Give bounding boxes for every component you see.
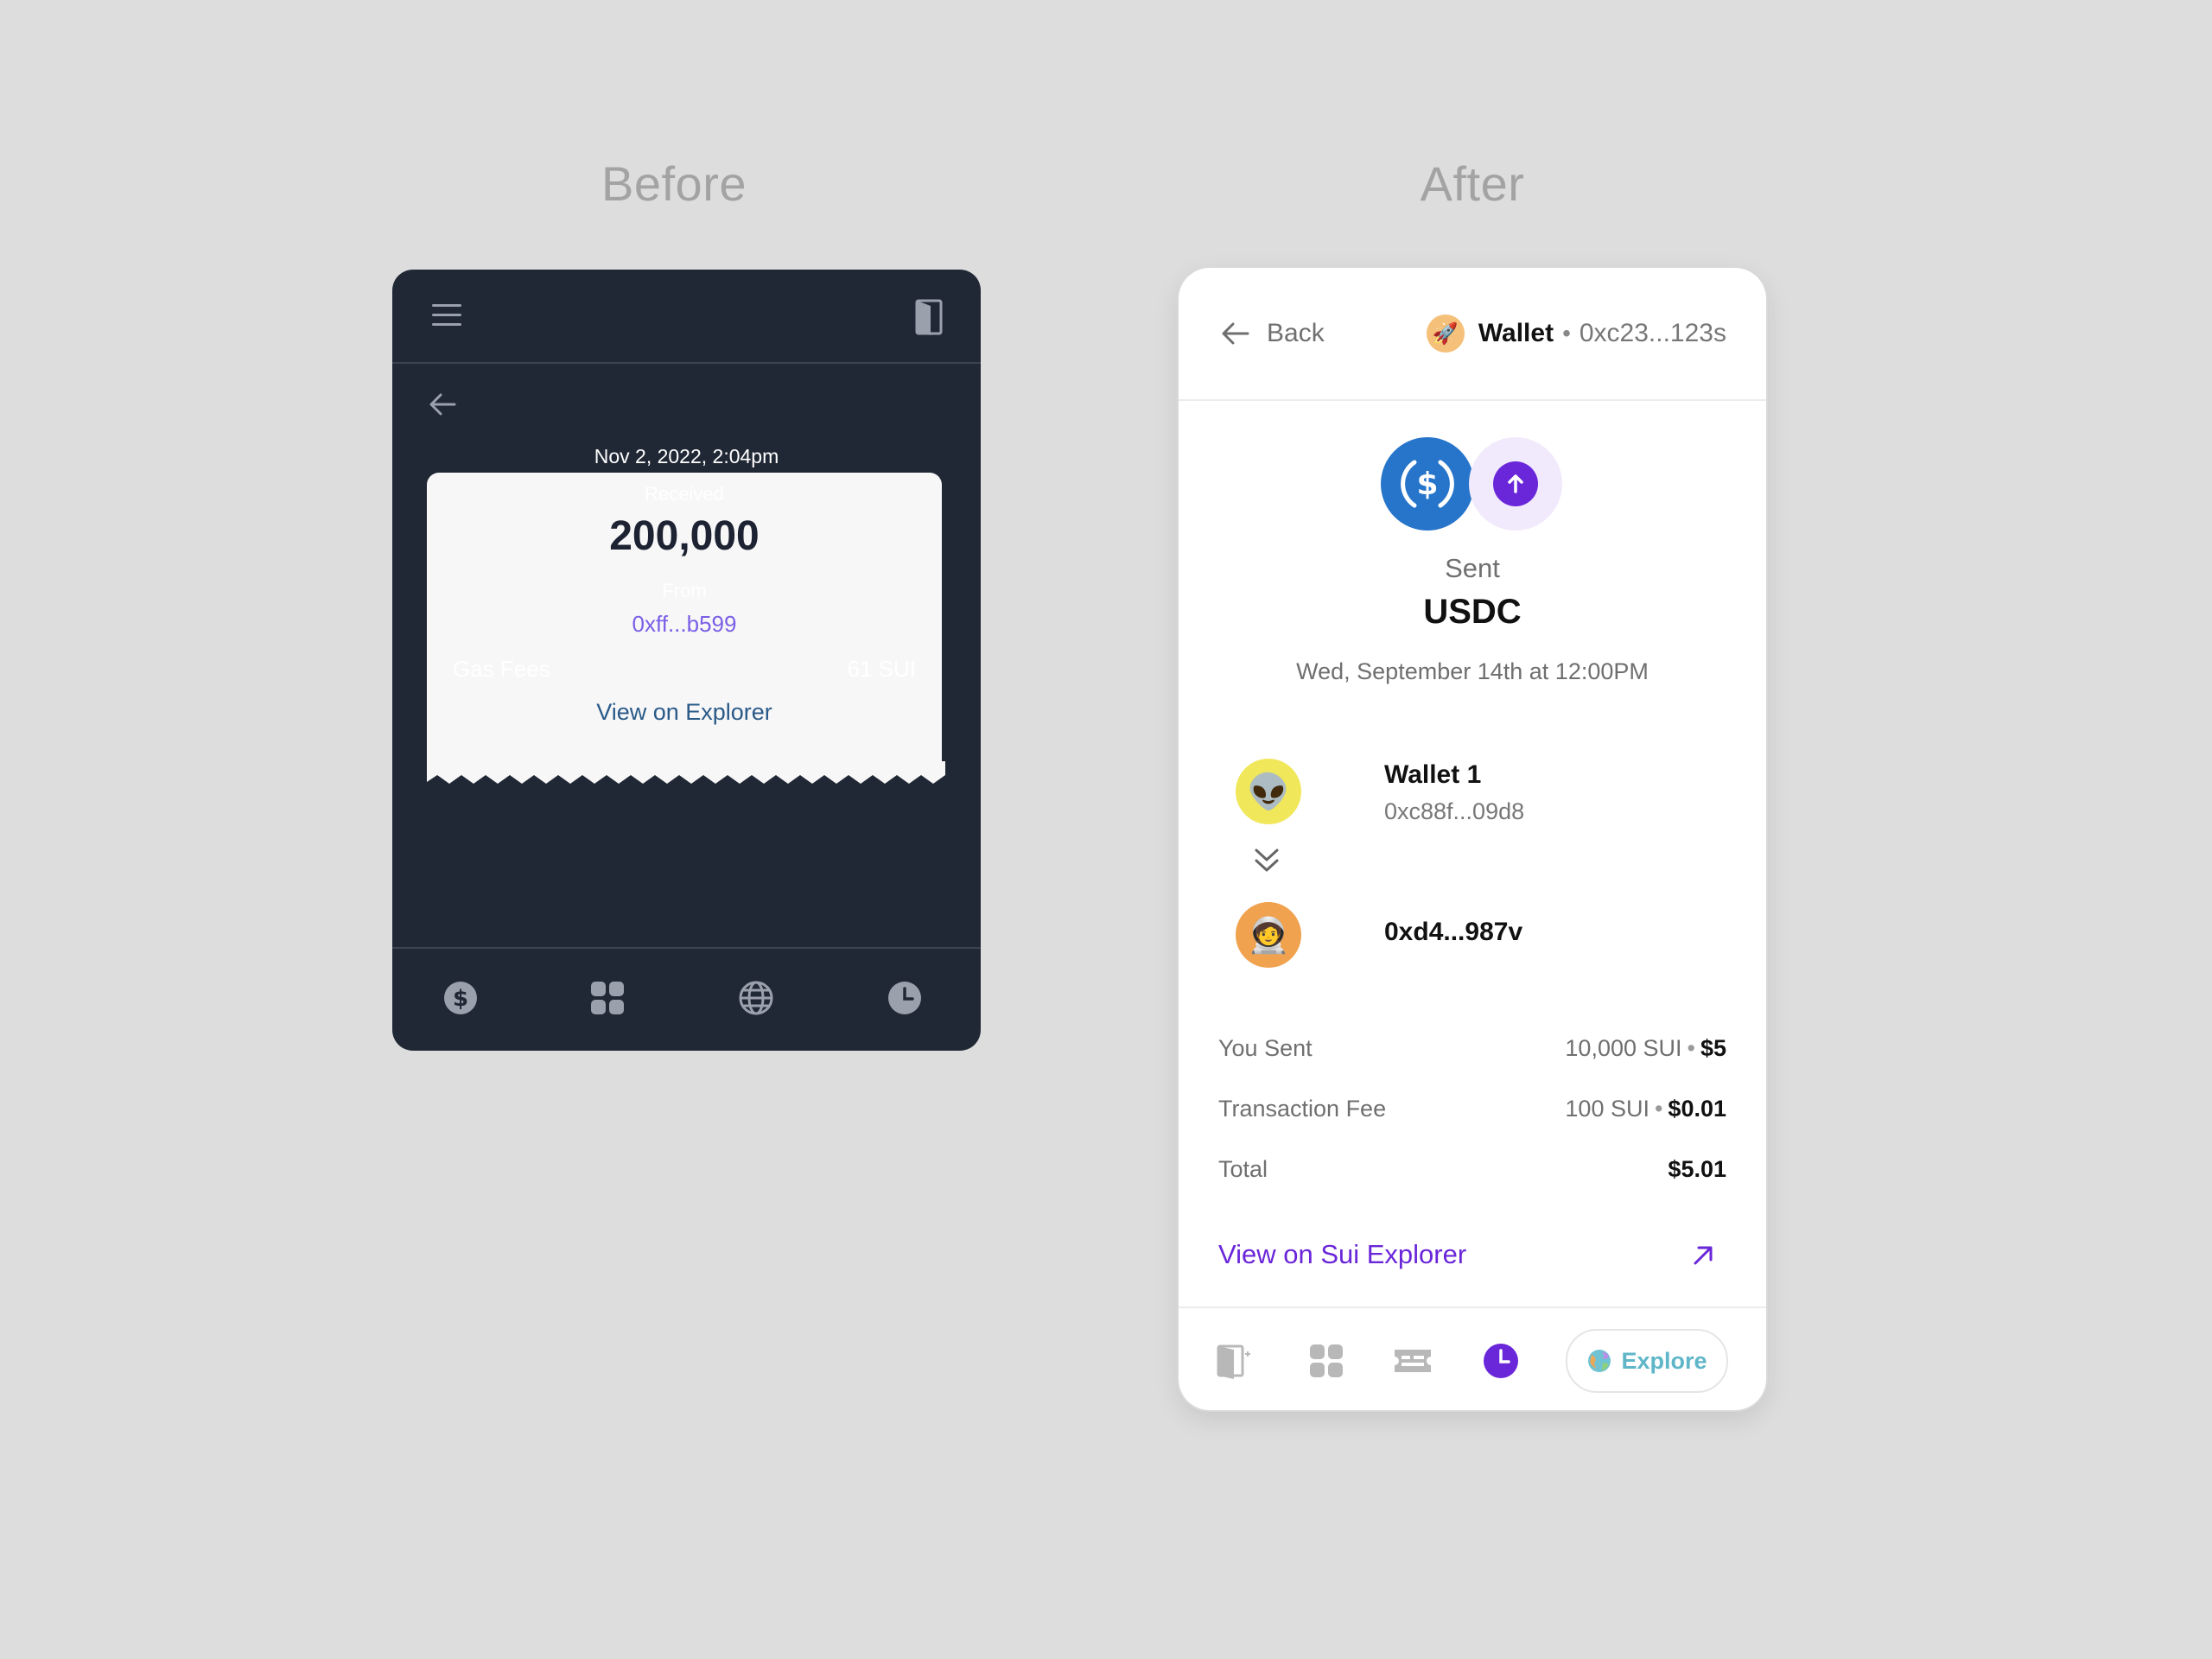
recipient: 🧑‍🚀 0xd4...987v — [1236, 902, 1719, 971]
row-label: Transaction Fee — [1218, 1096, 1387, 1122]
globe-icon[interactable] — [738, 980, 774, 1016]
separator: • — [1562, 320, 1571, 346]
wallet-door-icon[interactable] — [913, 296, 944, 337]
apps-icon[interactable] — [1306, 1341, 1346, 1381]
bottom-nav: Explore — [1179, 1306, 1766, 1410]
sender: 👽 Wallet 1 0xc88f...09d8 — [1236, 759, 1719, 828]
sender-name: Wallet 1 — [1384, 760, 1482, 789]
ticket-icon[interactable] — [1393, 1341, 1433, 1381]
row-amount: 10,000 SUI — [1565, 1035, 1682, 1061]
back-arrow-icon[interactable] — [427, 389, 458, 420]
before-heading: Before — [601, 156, 747, 211]
apps-icon[interactable] — [589, 980, 626, 1016]
back-button[interactable]: Back — [1220, 313, 1325, 354]
alien-avatar: 👽 — [1236, 759, 1301, 824]
row-label: Total — [1218, 1156, 1268, 1182]
before-screen: Nov 2, 2022, 2:04pm Received 200,000 Fro… — [392, 270, 981, 1051]
after-heading: After — [1420, 156, 1525, 211]
menu-icon[interactable] — [430, 302, 463, 328]
rocket-icon: 🚀 — [1426, 315, 1465, 353]
clock-icon[interactable] — [887, 980, 923, 1016]
view-on-explorer-link[interactable]: View on Explorer — [427, 699, 942, 726]
explore-button[interactable]: Explore — [1566, 1329, 1728, 1393]
external-link-icon[interactable] — [1688, 1241, 1718, 1270]
dollar-icon[interactable]: $ — [442, 980, 479, 1016]
svg-text:$: $ — [453, 986, 468, 1012]
after-screen: Back 🚀 Wallet • 0xc23...123s $ Sent USDC… — [1179, 268, 1766, 1410]
svg-text:$: $ — [1416, 467, 1438, 502]
gas-fees-label: Gas Fees — [453, 656, 550, 682]
wallet-switcher[interactable]: 🚀 Wallet • 0xc23...123s — [1426, 313, 1726, 354]
explore-label: Explore — [1621, 1347, 1707, 1374]
you-sent-row: You Sent 10,000 SUI • $5 — [1218, 1035, 1726, 1061]
wallet-address: 0xc23...123s — [1579, 319, 1726, 347]
amount: 200,000 — [609, 513, 760, 559]
row-usd: $0.01 — [1668, 1096, 1726, 1122]
row-amount: 100 SUI — [1565, 1096, 1649, 1122]
transaction-fee-row: Transaction Fee 100 SUI • $0.01 — [1218, 1096, 1726, 1122]
header: Back 🚀 Wallet • 0xc23...123s — [1179, 268, 1766, 401]
row-label: You Sent — [1218, 1035, 1313, 1061]
transaction-status: Sent — [1445, 553, 1500, 583]
usdc-coin-icon: $ — [1381, 437, 1474, 531]
row-usd: $5 — [1700, 1035, 1726, 1061]
globe-icon — [1588, 1350, 1611, 1372]
view-on-sui-explorer-link[interactable]: View on Sui Explorer — [1218, 1239, 1466, 1270]
sender-address: 0xc88f...09d8 — [1384, 798, 1525, 824]
gas-fees-value: 61 SUI — [847, 656, 917, 682]
send-badge — [1469, 437, 1562, 531]
wallet-door-icon[interactable] — [1215, 1341, 1255, 1381]
receipt-card: Received 200,000 From 0xff...b599 Gas Fe… — [427, 473, 945, 789]
from-address[interactable]: 0xff...b599 — [427, 611, 942, 638]
back-arrow-icon — [1222, 322, 1249, 345]
received-label: Received — [645, 483, 724, 505]
top-bar — [392, 270, 981, 364]
clock-icon[interactable] — [1481, 1341, 1521, 1381]
chevron-double-down-icon — [1255, 849, 1279, 872]
from-label: From — [662, 580, 707, 601]
transaction-date: Nov 2, 2022, 2:04pm — [594, 445, 779, 467]
token-name: USDC — [1423, 593, 1522, 631]
recipient-address: 0xd4...987v — [1384, 918, 1523, 946]
row-usd: $5.01 — [1668, 1156, 1726, 1182]
bottom-nav: $ — [392, 947, 981, 1051]
arrow-up-icon — [1508, 474, 1523, 493]
total-row: Total $5.01 — [1218, 1156, 1726, 1191]
back-label: Back — [1267, 319, 1325, 347]
astronaut-avatar: 🧑‍🚀 — [1236, 902, 1301, 968]
transaction-datetime: Wed, September 14th at 12:00PM — [1296, 658, 1649, 684]
wallet-name: Wallet — [1478, 319, 1554, 347]
